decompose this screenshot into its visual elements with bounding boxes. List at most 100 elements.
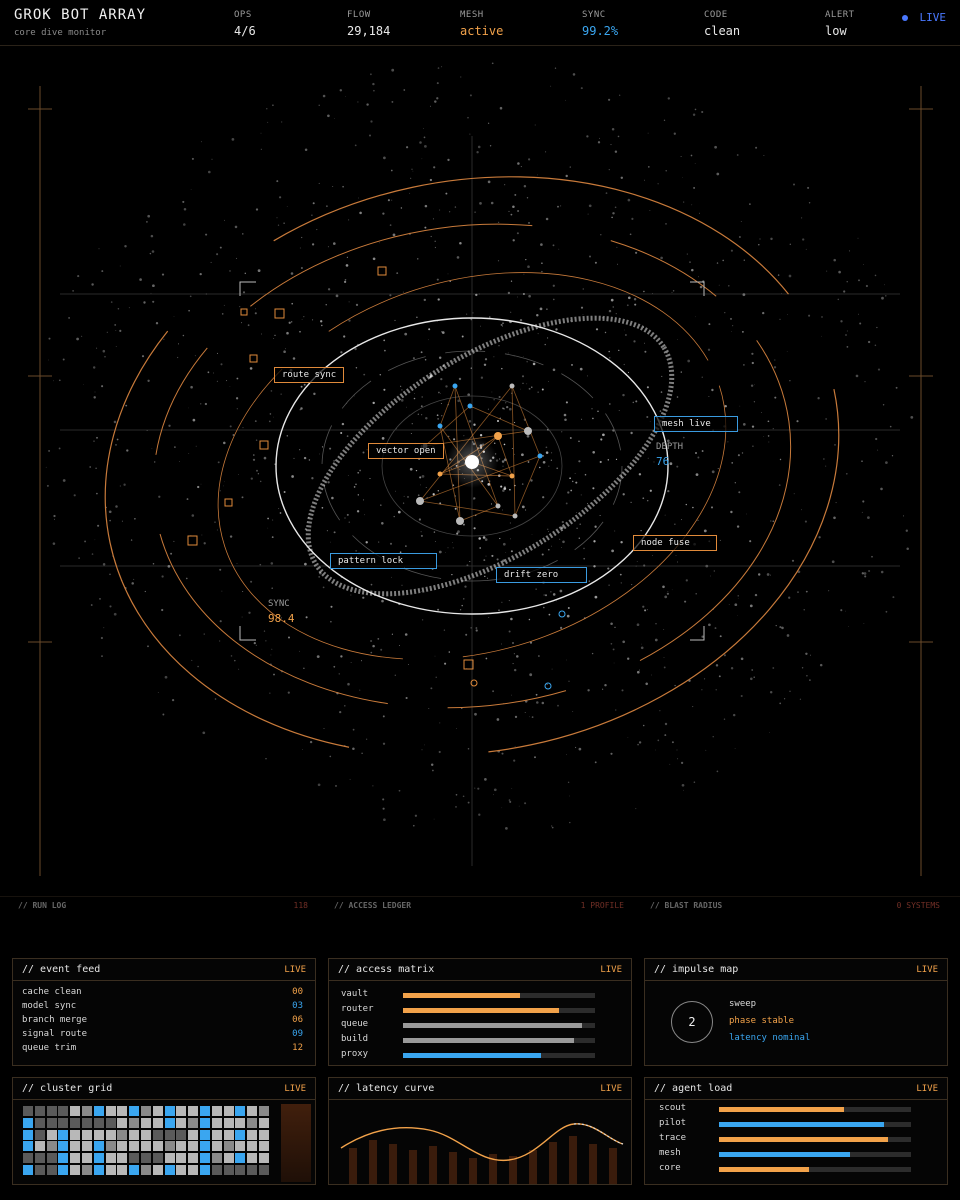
bar-row[interactable]: vault <box>341 989 595 1003</box>
grid-cell[interactable] <box>223 1129 234 1140</box>
grid-cell[interactable] <box>223 1141 234 1152</box>
bar-row[interactable]: trace <box>659 1133 911 1147</box>
grid-cell[interactable] <box>176 1141 187 1152</box>
grid-cell[interactable] <box>105 1129 116 1140</box>
grid-cell[interactable] <box>129 1106 140 1116</box>
grid-cell[interactable] <box>259 1141 269 1152</box>
grid-cell[interactable] <box>70 1141 81 1152</box>
grid-cell[interactable] <box>82 1153 92 1164</box>
grid-cell[interactable] <box>34 1129 45 1140</box>
grid-cell[interactable] <box>211 1129 222 1140</box>
grid-cell[interactable] <box>34 1141 45 1152</box>
grid-cell[interactable] <box>176 1106 187 1116</box>
grid-cell[interactable] <box>247 1129 258 1140</box>
grid-cell[interactable] <box>164 1106 175 1116</box>
grid-cell[interactable] <box>93 1141 104 1152</box>
grid-cell[interactable] <box>58 1117 69 1128</box>
grid-cell[interactable] <box>105 1153 116 1164</box>
grid-cell[interactable] <box>70 1106 81 1116</box>
grid-cell[interactable] <box>152 1106 163 1116</box>
grid-cell[interactable] <box>58 1153 69 1164</box>
grid-cell[interactable] <box>58 1106 69 1116</box>
grid-cell[interactable] <box>70 1117 81 1128</box>
grid-cell[interactable] <box>58 1165 69 1175</box>
grid-cell[interactable] <box>46 1106 57 1116</box>
grid-cell[interactable] <box>235 1153 246 1164</box>
grid-cell[interactable] <box>105 1117 116 1128</box>
grid-cell[interactable] <box>141 1141 151 1152</box>
list-item[interactable]: signal route 09 <box>22 1029 303 1043</box>
grid-cell[interactable] <box>235 1117 246 1128</box>
grid-cell[interactable] <box>93 1165 104 1175</box>
grid-cell[interactable] <box>141 1165 151 1175</box>
grid-cell[interactable] <box>188 1141 199 1152</box>
bar-row[interactable]: mesh <box>659 1148 911 1162</box>
grid-cell[interactable] <box>46 1117 57 1128</box>
grid-cell[interactable] <box>247 1117 258 1128</box>
grid-cell[interactable] <box>164 1153 175 1164</box>
grid-cell[interactable] <box>93 1117 104 1128</box>
grid-cell[interactable] <box>164 1117 175 1128</box>
grid-cell[interactable] <box>23 1117 33 1128</box>
grid-cell[interactable] <box>235 1141 246 1152</box>
grid-cell[interactable] <box>58 1129 69 1140</box>
cluster-grid-cells[interactable] <box>23 1106 273 1178</box>
grid-cell[interactable] <box>211 1153 222 1164</box>
grid-cell[interactable] <box>176 1117 187 1128</box>
bar-row[interactable]: core <box>659 1163 911 1177</box>
grid-cell[interactable] <box>223 1153 234 1164</box>
grid-cell[interactable] <box>93 1129 104 1140</box>
grid-cell[interactable] <box>82 1141 92 1152</box>
grid-cell[interactable] <box>117 1153 128 1164</box>
grid-cell[interactable] <box>46 1165 57 1175</box>
grid-cell[interactable] <box>259 1117 269 1128</box>
grid-cell[interactable] <box>129 1153 140 1164</box>
grid-cell[interactable] <box>93 1153 104 1164</box>
grid-cell[interactable] <box>259 1106 269 1116</box>
grid-cell[interactable] <box>152 1165 163 1175</box>
grid-cell[interactable] <box>23 1165 33 1175</box>
grid-cell[interactable] <box>34 1117 45 1128</box>
grid-cell[interactable] <box>82 1129 92 1140</box>
grid-cell[interactable] <box>117 1117 128 1128</box>
list-item[interactable]: queue trim 12 <box>22 1043 303 1057</box>
grid-cell[interactable] <box>70 1129 81 1140</box>
grid-cell[interactable] <box>200 1153 210 1164</box>
core-visualization[interactable]: route sync vector open mesh live node fu… <box>0 46 960 896</box>
grid-cell[interactable] <box>141 1153 151 1164</box>
grid-cell[interactable] <box>259 1153 269 1164</box>
grid-cell[interactable] <box>176 1165 187 1175</box>
grid-cell[interactable] <box>70 1153 81 1164</box>
list-item[interactable]: model sync 03 <box>22 1001 303 1015</box>
bar-row[interactable]: build <box>341 1034 595 1048</box>
bar-row[interactable]: pilot <box>659 1118 911 1132</box>
grid-cell[interactable] <box>211 1141 222 1152</box>
grid-cell[interactable] <box>247 1165 258 1175</box>
grid-cell[interactable] <box>152 1153 163 1164</box>
grid-cell[interactable] <box>23 1141 33 1152</box>
tag-route-sync[interactable]: route sync <box>274 367 345 383</box>
grid-cell[interactable] <box>105 1141 116 1152</box>
grid-cell[interactable] <box>46 1141 57 1152</box>
grid-cell[interactable] <box>129 1117 140 1128</box>
grid-cell[interactable] <box>223 1117 234 1128</box>
impulse-count-dial[interactable]: 2 <box>671 1001 713 1043</box>
grid-cell[interactable] <box>188 1129 199 1140</box>
grid-cell[interactable] <box>23 1153 33 1164</box>
grid-cell[interactable] <box>23 1106 33 1116</box>
grid-cell[interactable] <box>82 1106 92 1116</box>
grid-cell[interactable] <box>259 1129 269 1140</box>
grid-cell[interactable] <box>211 1106 222 1116</box>
tag-drift-zero[interactable]: drift zero <box>496 567 587 583</box>
tag-vector-open[interactable]: vector open <box>368 443 444 459</box>
grid-cell[interactable] <box>200 1165 210 1175</box>
grid-cell[interactable] <box>200 1106 210 1116</box>
grid-cell[interactable] <box>46 1129 57 1140</box>
grid-cell[interactable] <box>129 1165 140 1175</box>
grid-cell[interactable] <box>152 1141 163 1152</box>
grid-cell[interactable] <box>176 1153 187 1164</box>
grid-cell[interactable] <box>129 1141 140 1152</box>
grid-cell[interactable] <box>129 1129 140 1140</box>
grid-cell[interactable] <box>93 1106 104 1116</box>
grid-cell[interactable] <box>141 1106 151 1116</box>
